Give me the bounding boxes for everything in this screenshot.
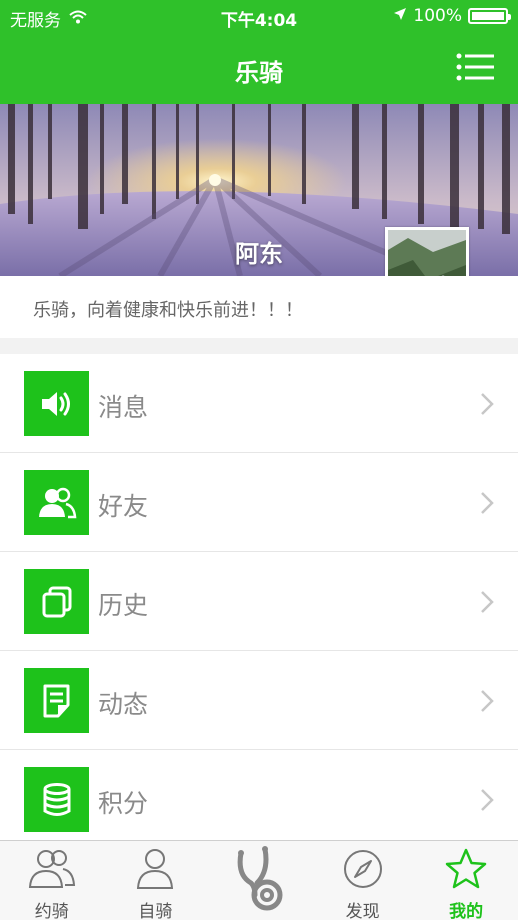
- logo-icon: [229, 845, 289, 919]
- star-icon: [444, 847, 488, 895]
- menu-item-history[interactable]: 历史: [0, 552, 518, 651]
- menu-item-label: 积分: [98, 789, 149, 818]
- chevron-right-icon: [480, 788, 494, 816]
- menu-item-points[interactable]: 积分: [0, 750, 518, 849]
- menu-item-label: 历史: [98, 591, 149, 620]
- menu-item-label: 消息: [98, 393, 149, 422]
- tab-mine[interactable]: 我的: [414, 841, 518, 920]
- menu-item-messages[interactable]: 消息: [0, 354, 518, 453]
- battery-icon: [468, 8, 511, 24]
- tab-home-logo[interactable]: [207, 841, 311, 920]
- tab-group-ride[interactable]: 约骑: [0, 841, 104, 920]
- chevron-right-icon: [480, 590, 494, 618]
- note-icon: [24, 668, 89, 733]
- speaker-icon: [24, 371, 89, 436]
- menu-item-label: 好友: [98, 492, 149, 521]
- battery-percent: 100%: [413, 6, 462, 26]
- tab-discover[interactable]: 发现: [311, 841, 415, 920]
- group-icon: [27, 847, 77, 895]
- tab-label: 自骑: [138, 902, 173, 920]
- tab-label: 我的: [449, 902, 484, 920]
- chevron-right-icon: [480, 689, 494, 717]
- person-icon: [135, 847, 175, 895]
- status-bar: 无服务 下午4:04 100%: [0, 0, 518, 34]
- tab-label: 发现: [345, 902, 380, 920]
- compass-icon: [341, 847, 385, 895]
- tab-label: 约骑: [34, 902, 69, 920]
- menu-item-label: 动态: [98, 690, 149, 719]
- location-arrow-icon: [393, 6, 407, 26]
- menu-list: 消息 好友 历史 动态 积分: [0, 354, 518, 849]
- chevron-right-icon: [480, 392, 494, 420]
- profile-signature: 乐骑，向着健康和快乐前进！！！: [0, 276, 518, 338]
- menu-item-friends[interactable]: 好友: [0, 453, 518, 552]
- history-icon: [24, 569, 89, 634]
- friends-icon: [24, 470, 89, 535]
- nav-bar: 乐骑: [0, 34, 518, 104]
- tab-solo-ride[interactable]: 自骑: [104, 841, 208, 920]
- tab-bar: 约骑 自骑 发现 我的: [0, 840, 518, 920]
- chevron-right-icon: [480, 491, 494, 519]
- page-title: 乐骑: [235, 59, 283, 87]
- database-icon: [24, 767, 89, 832]
- menu-list-icon[interactable]: [456, 52, 494, 82]
- menu-item-feed[interactable]: 动态: [0, 651, 518, 750]
